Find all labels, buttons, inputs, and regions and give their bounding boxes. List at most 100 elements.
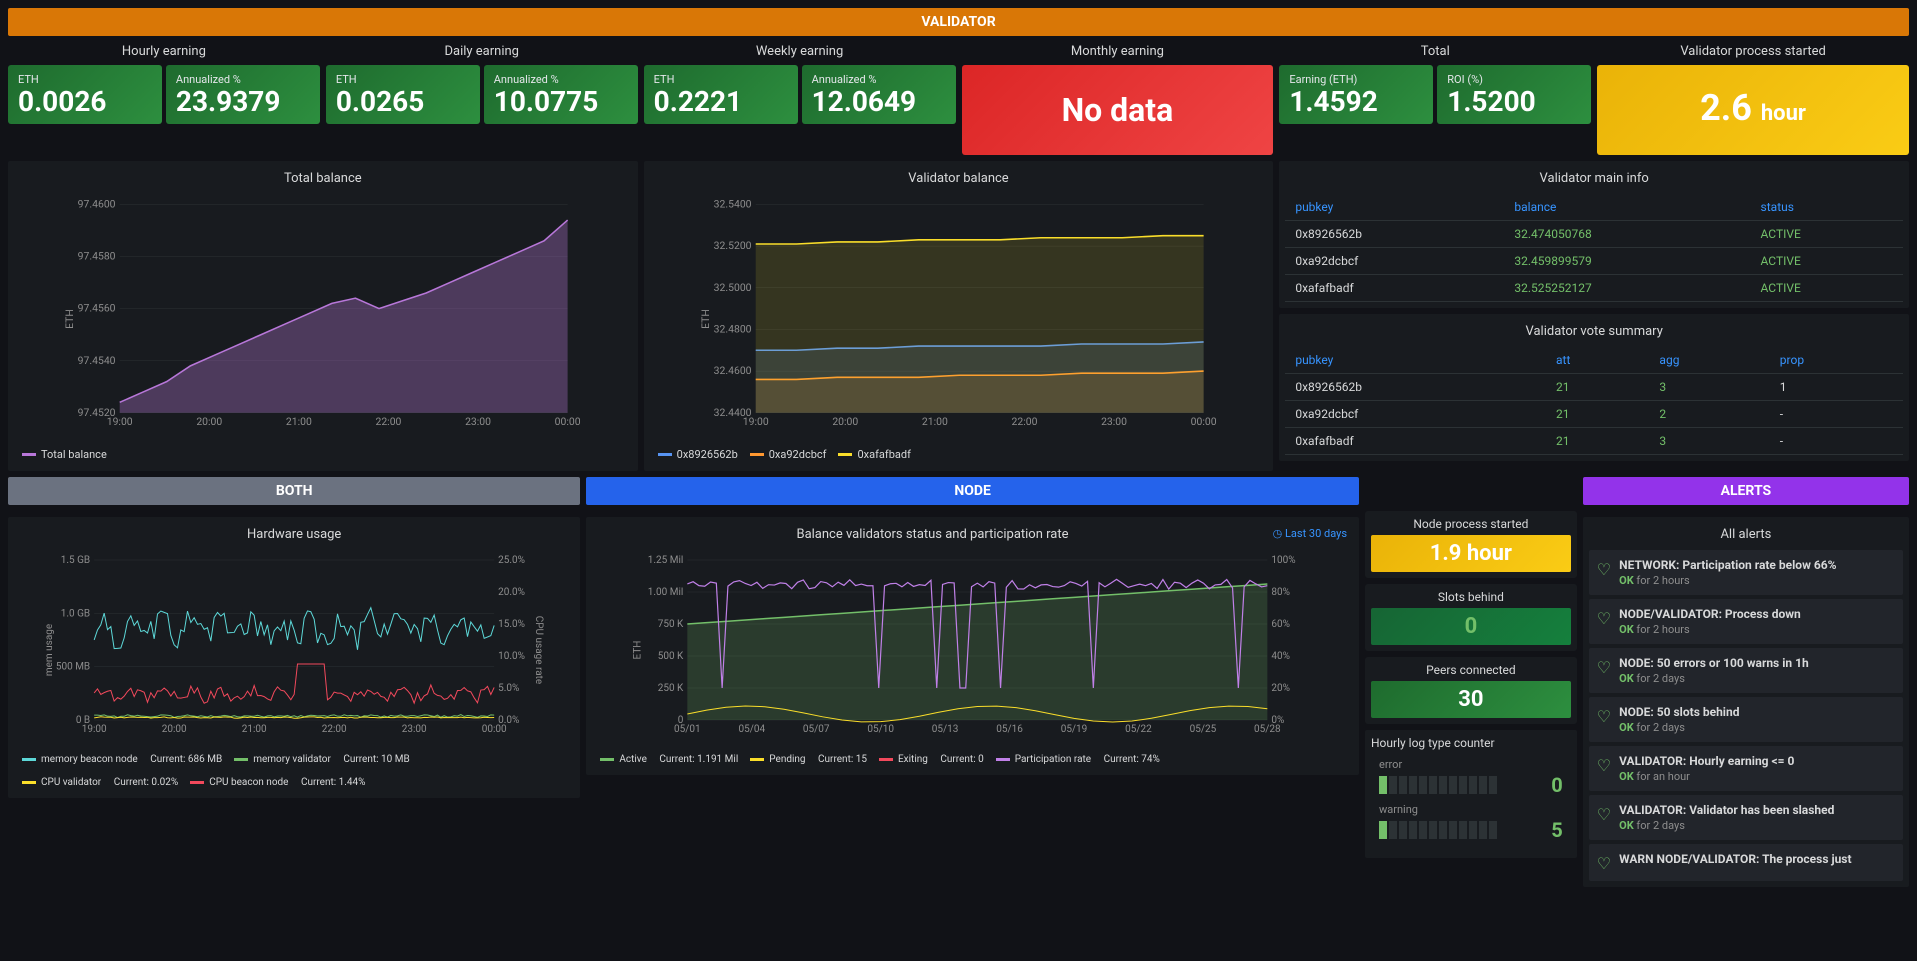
svg-text:CPU usage rate: CPU usage rate: [533, 616, 544, 685]
stat-title: Peers connected: [1371, 663, 1571, 677]
hardware-usage-panel[interactable]: Hardware usage mem usage CPU usage rate …: [8, 517, 580, 798]
balance-validators-status-panel[interactable]: Balance validators status and participat…: [586, 517, 1359, 775]
validator-process-panel: Validator process started 2.6 hour: [1597, 42, 1909, 155]
alert-item[interactable]: ♡VALIDATOR: Validator has been slashedOK…: [1589, 795, 1903, 840]
total-roi-card[interactable]: ROI (%) 1.5200: [1437, 65, 1591, 124]
total-balance-chart: ETH 97.452097.454097.456097.458097.46001…: [14, 194, 632, 444]
legend-swatch: [750, 758, 764, 761]
alert-status: OK: [1619, 770, 1634, 783]
total-earning-panel: Total Earning (ETH) 1.4592 ROI (%) 1.520…: [1279, 42, 1591, 155]
legend-item[interactable]: Participation rate Current: 74%: [996, 754, 1160, 765]
section-header-alerts[interactable]: ALERTS: [1583, 477, 1909, 505]
svg-text:1.0 GB: 1.0 GB: [61, 608, 90, 619]
legend-label: 0xa92dcbcf: [769, 448, 827, 461]
table-header-pubkey[interactable]: pubkey: [1285, 347, 1546, 374]
alert-title: NODE: 50 errors or 100 warns in 1h: [1619, 656, 1895, 670]
legend-item[interactable]: memory beacon node Current: 686 MB: [22, 754, 222, 765]
legend-item[interactable]: Active Current: 1.191 Mil: [600, 754, 738, 765]
weekly-annualized-card[interactable]: Annualized % 12.0649: [802, 65, 956, 124]
validator-balance-panel[interactable]: Validator balance ETH 32.440032.460032.4…: [644, 161, 1274, 471]
legend-item[interactable]: CPU validator Current: 0.02%: [22, 777, 178, 788]
alert-item[interactable]: ♡NODE/VALIDATOR: Process downOK for 2 ho…: [1589, 599, 1903, 644]
total-balance-panel[interactable]: Total balance ETH 97.452097.454097.45609…: [8, 161, 638, 471]
monthly-nodata-card[interactable]: No data: [962, 65, 1274, 155]
alert-item[interactable]: ♡VALIDATOR: Hourly earning <= 0OK for an…: [1589, 746, 1903, 791]
legend-item[interactable]: Exiting Current: 0: [879, 754, 984, 765]
legend-label: CPU beacon node: [209, 777, 288, 788]
daily-annualized-card[interactable]: Annualized % 10.0775: [484, 65, 638, 124]
alert-item[interactable]: ♡NODE: 50 slots behindOK for 2 days: [1589, 697, 1903, 742]
svg-text:20:00: 20:00: [162, 724, 187, 735]
warning-bars: [1379, 821, 1545, 839]
legend-item[interactable]: 0xafafbadf: [838, 448, 910, 461]
cell-balance: 32.474050768: [1504, 221, 1750, 248]
table-header-att[interactable]: att: [1546, 347, 1649, 374]
svg-text:05/16: 05/16: [997, 724, 1024, 735]
table-header-agg[interactable]: agg: [1649, 347, 1769, 374]
legend-item[interactable]: memory validator Current: 10 MB: [234, 754, 410, 765]
cell-status: ACTIVE: [1751, 221, 1903, 248]
legend-swatch: [879, 758, 893, 761]
section-header-node[interactable]: NODE: [586, 477, 1359, 505]
table-row[interactable]: 0x8926562b32.474050768ACTIVE: [1285, 221, 1903, 248]
peers-connected-panel[interactable]: Peers connected 30: [1365, 657, 1577, 724]
panel-title: Monthly earning: [962, 42, 1274, 61]
stat-title: Slots behind: [1371, 590, 1571, 604]
svg-text:00:00: 00:00: [555, 415, 581, 428]
table-header-prop[interactable]: prop: [1770, 347, 1903, 374]
time-range-link[interactable]: ◷ Last 30 days: [1273, 527, 1353, 540]
table-header-status[interactable]: status: [1751, 194, 1903, 221]
node-process-panel[interactable]: Node process started 1.9 hour: [1365, 511, 1577, 578]
all-alerts-panel[interactable]: All alerts ♡NETWORK: Participation rate …: [1583, 517, 1909, 887]
legend-item[interactable]: Pending Current: 15: [750, 754, 867, 765]
validator-process-card[interactable]: 2.6 hour: [1597, 65, 1909, 155]
legend-current: Current: 0.02%: [114, 777, 179, 788]
daily-eth-card[interactable]: ETH 0.0265: [326, 65, 480, 124]
legend-current: Current: 1.191 Mil: [659, 754, 738, 765]
legend-item[interactable]: Total balance: [22, 448, 107, 461]
alert-duration: for 2 days: [1636, 672, 1684, 685]
svg-text:25.0%: 25.0%: [498, 555, 525, 566]
table-row[interactable]: 0xafafbadf32.525252127ACTIVE: [1285, 275, 1903, 302]
table-row[interactable]: 0x8926562b2131: [1285, 374, 1903, 401]
hourly-log-counter-panel[interactable]: Hourly log type counter error 0 warning …: [1365, 730, 1577, 858]
warning-label: warning: [1379, 803, 1563, 816]
weekly-eth-card[interactable]: ETH 0.2221: [644, 65, 798, 124]
svg-text:5.0%: 5.0%: [498, 683, 519, 694]
legend-current: Current: 1.44%: [301, 777, 366, 788]
legend-label: Pending: [769, 754, 805, 765]
table-header-pubkey[interactable]: pubkey: [1285, 194, 1504, 221]
slots-behind-panel[interactable]: Slots behind 0: [1365, 584, 1577, 651]
svg-text:1.25 Mil: 1.25 Mil: [648, 555, 684, 566]
alert-item[interactable]: ♡NETWORK: Participation rate below 66%OK…: [1589, 550, 1903, 595]
table-row[interactable]: 0xafafbadf213-: [1285, 428, 1903, 455]
section-header-validator[interactable]: VALIDATOR: [8, 8, 1909, 36]
svg-text:05/13: 05/13: [932, 724, 959, 735]
legend-item[interactable]: 0x8926562b: [658, 448, 738, 461]
cell-prop: -: [1770, 428, 1903, 455]
table-row[interactable]: 0xa92dcbcf32.459899579ACTIVE: [1285, 248, 1903, 275]
stat-value: 0.0026: [18, 88, 152, 116]
hourly-eth-card[interactable]: ETH 0.0026: [8, 65, 162, 124]
stat-value: 12.0649: [812, 88, 946, 116]
stat-title: Node process started: [1371, 517, 1571, 531]
cell-pubkey: 0x8926562b: [1285, 221, 1504, 248]
legend-item[interactable]: CPU beacon node Current: 1.44%: [190, 777, 365, 788]
svg-text:0%: 0%: [1272, 715, 1285, 726]
legend-item[interactable]: 0xa92dcbcf: [750, 448, 827, 461]
legend-current: Current: 0: [940, 754, 983, 765]
panel-title: Hourly earning: [8, 42, 320, 61]
table-row[interactable]: 0xa92dcbcf212-: [1285, 401, 1903, 428]
alert-item[interactable]: ♡NODE: 50 errors or 100 warns in 1hOK fo…: [1589, 648, 1903, 693]
panel-title: Total: [1279, 42, 1591, 61]
validator-main-info-panel[interactable]: Validator main info pubkey balance statu…: [1279, 161, 1909, 308]
cell-pubkey: 0x8926562b: [1285, 374, 1546, 401]
total-eth-card[interactable]: Earning (ETH) 1.4592: [1279, 65, 1433, 124]
validator-vote-summary-panel[interactable]: Validator vote summary pubkey att agg pr…: [1279, 314, 1909, 461]
table-header-balance[interactable]: balance: [1504, 194, 1750, 221]
section-header-both[interactable]: BOTH: [8, 477, 580, 505]
alert-item[interactable]: ♡WARN NODE/VALIDATOR: The process just: [1589, 844, 1903, 881]
hourly-annualized-card[interactable]: Annualized % 23.9379: [166, 65, 320, 124]
stat-value: 23.9379: [176, 88, 310, 116]
alert-title: WARN NODE/VALIDATOR: The process just: [1619, 852, 1895, 866]
